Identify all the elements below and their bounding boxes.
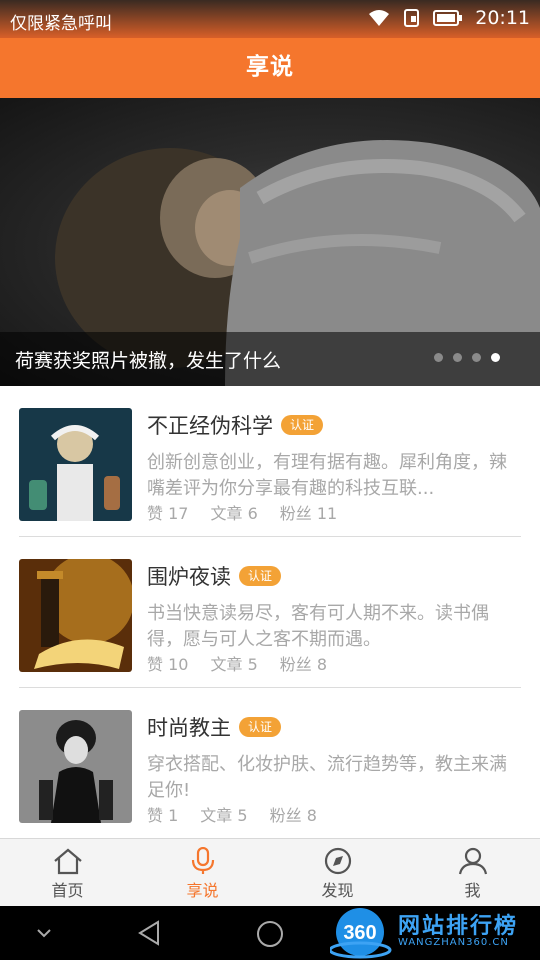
likes-stat: 赞 17 <box>147 504 189 523</box>
watermark: 360 网站排行榜 WANGZHAN360.CN <box>330 906 540 960</box>
home-circle-icon[interactable] <box>255 919 285 949</box>
svg-text:360: 360 <box>343 922 376 944</box>
channel-name[interactable]: 围炉夜读 <box>147 561 231 591</box>
chevron-down-icon[interactable] <box>34 926 54 940</box>
verified-badge: 认证 <box>281 415 324 435</box>
channel-name-row: 时尚教主 认证 <box>147 712 282 742</box>
watermark-logo: 360 <box>330 908 392 959</box>
banner-caption-bar: 荷赛获奖照片被撤，发生了什么 <box>0 332 540 386</box>
back-icon[interactable] <box>136 919 164 947</box>
channel-thumbnail <box>19 559 132 672</box>
carousel-dot-active <box>491 353 500 362</box>
likes-stat: 赞 10 <box>147 655 189 674</box>
channel-list: 不正经伪科学 认证 创新创意创业，有理有据有趣。犀利角度，辣嘴差评为你分享最有趣… <box>0 386 540 839</box>
tab-label: 我 <box>464 881 481 900</box>
channel-stats: 赞 10 文章 5 粉丝 8 <box>147 651 327 675</box>
articles-stat: 文章 6 <box>210 504 258 523</box>
channel-stats: 赞 1 文章 5 粉丝 8 <box>147 802 317 826</box>
watermark-sub: WANGZHAN360.CN <box>398 937 509 948</box>
channel-description: 创新创意创业，有理有据有趣。犀利角度，辣嘴差评为你分享最有趣的科技互联... <box>147 452 507 499</box>
tab-xiangshuo[interactable]: 享说 <box>135 839 270 906</box>
carrier-text: 仅限紧急呼叫 <box>10 14 112 34</box>
articles-stat: 文章 5 <box>210 655 258 674</box>
microphone-icon <box>191 847 214 874</box>
tab-label: 发现 <box>321 881 354 900</box>
carousel-dot <box>472 353 481 362</box>
battery-icon <box>433 10 463 26</box>
fans-stat: 粉丝 8 <box>279 655 328 674</box>
carousel-dot <box>453 353 462 362</box>
list-item[interactable]: 不正经伪科学 认证 创新创意创业，有理有据有趣。犀利角度，辣嘴差评为你分享最有趣… <box>19 386 521 537</box>
app-bar: 享说 <box>0 38 540 98</box>
channel-thumbnail <box>19 408 132 521</box>
sim-icon <box>404 9 420 27</box>
tab-home[interactable]: 首页 <box>0 839 135 906</box>
banner-caption[interactable]: 荷赛获奖照片被撤，发生了什么 <box>15 346 281 373</box>
channel-thumbnail <box>19 710 132 823</box>
channel-name-row: 不正经伪科学 认证 <box>147 410 324 440</box>
page-title: 享说 <box>246 54 294 80</box>
channel-description: 穿衣搭配、化妆护肤、流行趋势等，教主来满足你! <box>147 754 507 801</box>
channel-name[interactable]: 不正经伪科学 <box>147 410 273 440</box>
list-item[interactable]: 围炉夜读 认证 书当快意读易尽，客有可人期不来。读书偶得，愿与可人之客不期而遇。… <box>19 537 521 688</box>
wifi-icon <box>369 10 390 26</box>
person-icon <box>458 847 487 875</box>
tab-label: 首页 <box>51 881 84 900</box>
banner-carousel[interactable]: 荷赛获奖照片被撤，发生了什么 <box>0 98 540 386</box>
list-item[interactable]: 时尚教主 认证 穿衣搭配、化妆护肤、流行趋势等，教主来满足你! 赞 1 文章 5… <box>19 688 521 839</box>
channel-stats: 赞 17 文章 6 粉丝 11 <box>147 500 337 524</box>
tab-me[interactable]: 我 <box>405 839 540 906</box>
carousel-dot <box>434 353 443 362</box>
articles-stat: 文章 5 <box>200 806 248 825</box>
status-bar: 仅限紧急呼叫 20:11 <box>0 0 540 38</box>
compass-icon <box>324 847 351 875</box>
fans-stat: 粉丝 11 <box>279 504 338 523</box>
verified-badge: 认证 <box>239 717 282 737</box>
fans-stat: 粉丝 8 <box>269 806 317 825</box>
carousel-indicator <box>434 353 500 362</box>
channel-name-row: 围炉夜读 认证 <box>147 561 282 591</box>
clock: 20:11 <box>475 7 530 29</box>
tab-label: 享说 <box>186 881 219 900</box>
tab-discover[interactable]: 发现 <box>270 839 405 906</box>
bottom-tab-bar: 首页 享说 发现 我 <box>0 838 540 906</box>
watermark-text: 网站排行榜 <box>398 914 519 939</box>
home-icon <box>53 848 82 875</box>
channel-description: 书当快意读易尽，客有可人期不来。读书偶得，愿与可人之客不期而遇。 <box>147 603 489 650</box>
channel-name[interactable]: 时尚教主 <box>147 712 231 742</box>
likes-stat: 赞 1 <box>147 806 179 825</box>
status-icons: 20:11 <box>367 7 530 29</box>
verified-badge: 认证 <box>239 566 282 586</box>
